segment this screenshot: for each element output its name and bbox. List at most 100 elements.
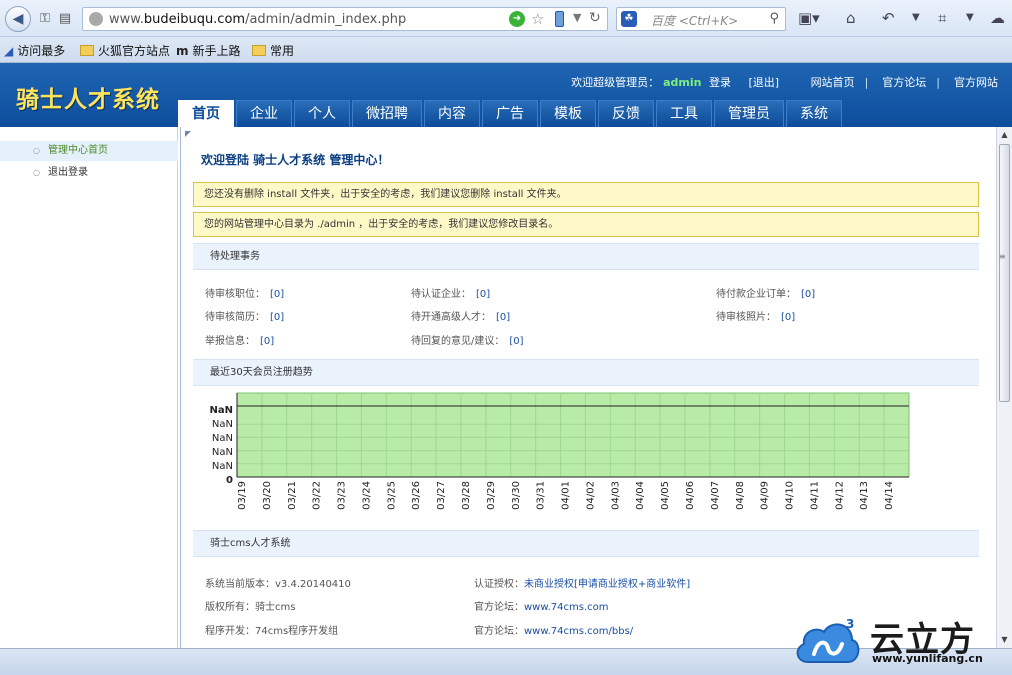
chart-x-tick-label: 04/01 — [561, 481, 572, 510]
sidebar: 管理中心首页 退出登录 — [0, 127, 178, 648]
chart-x-tick-label: 03/19 — [237, 481, 248, 510]
alert-install-folder: 您还没有删除 install 文件夹，出于安全的考虑，我们建议您删除 insta… — [193, 182, 979, 207]
home-icon[interactable]: ⌂ — [846, 9, 856, 27]
version-info: 系统当前版本：v3.4.20140410 — [205, 579, 351, 590]
chart-x-tick-label: 03/31 — [536, 481, 547, 510]
alert-admin-dir: 您的网站管理中心目录为 ./admin ，出于安全的考虑，我们建议您修改目录名。 — [193, 212, 979, 237]
browser-toolbar: ◀ ⚿ ▤ www.budeibuqu.com/admin/admin_inde… — [0, 0, 1012, 37]
tab-feedback[interactable]: 反馈 — [598, 100, 654, 127]
tab-ads[interactable]: 广告 — [482, 100, 538, 127]
logout-link[interactable]: [退出] — [748, 76, 779, 89]
stat-value[interactable]: [0] — [270, 312, 284, 323]
chart-y-tick-label: NaN — [212, 433, 233, 444]
search-bar[interactable]: ☘ 百度 <Ctrl+K> ⚲ — [616, 7, 786, 31]
login-link[interactable]: 登录 — [709, 76, 731, 89]
stat-value[interactable]: [0] — [260, 336, 274, 347]
main-nav-tabs: 首页 企业 个人 微招聘 内容 广告 模板 反馈 工具 管理员 系统 — [178, 100, 844, 127]
sidebar-item-dashboard[interactable]: 管理中心首页 — [0, 141, 178, 161]
cloud-logo-icon: 3 — [796, 617, 860, 663]
bbs-url-link[interactable]: www.74cms.com/bbs/ — [524, 626, 633, 637]
corner-marker — [185, 131, 191, 137]
tab-system[interactable]: 系统 — [786, 100, 842, 127]
bookmark-star-icon[interactable]: ☆ — [531, 10, 544, 28]
official-site-link[interactable]: 官方网站 — [954, 76, 998, 89]
chart-x-tick-label: 03/21 — [287, 481, 298, 510]
site-logo: 骑士人才系统 — [16, 86, 160, 113]
chevron-down-icon[interactable]: ▼ — [966, 12, 974, 23]
search-placeholder: 百度 <Ctrl+K> — [651, 14, 739, 28]
stat-value[interactable]: [0] — [801, 289, 815, 300]
sidebar-item-logout[interactable]: 退出登录 — [0, 163, 178, 183]
scroll-up-icon[interactable]: ▲ — [997, 127, 1012, 143]
stat-pending-jobs: 待审核职位： [0] — [205, 289, 285, 300]
chart-x-tick-label: 04/03 — [610, 481, 621, 510]
baidu-icon[interactable]: ☘ — [621, 11, 637, 27]
chevron-down-icon[interactable]: ▼ — [573, 11, 581, 24]
tab-tools[interactable]: 工具 — [656, 100, 712, 127]
search-icon[interactable]: ⚲ — [769, 11, 779, 26]
chart-x-tick-label: 04/05 — [660, 481, 671, 510]
watermark: 3 云立方 www.yunlifang.cn — [790, 606, 1000, 672]
forum-link[interactable]: 官方论坛 — [882, 76, 926, 89]
page-title: 欢迎登陆 骑士人才系统 管理中心！ — [201, 153, 390, 167]
tab-personal[interactable]: 个人 — [294, 100, 350, 127]
chat-icon[interactable]: ☁ — [990, 9, 1005, 27]
tab-content[interactable]: 内容 — [424, 100, 480, 127]
chart-x-tick-label: 04/08 — [735, 481, 746, 510]
main-content: 欢迎登陆 骑士人才系统 管理中心！ 您还没有删除 install 文件夹，出于安… — [180, 127, 996, 648]
tab-company[interactable]: 企业 — [236, 100, 292, 127]
stat-value[interactable]: [0] — [509, 336, 523, 347]
chart-x-tick-label: 03/22 — [312, 481, 323, 510]
chart-y-tick-label: NaN — [210, 405, 234, 416]
auth-link[interactable]: 未商业授权[申请商业授权+商业软件] — [524, 579, 690, 590]
chart-x-tick-label: 03/23 — [337, 481, 348, 510]
go-icon[interactable]: ➜ — [509, 11, 525, 27]
bookmarks-bar: ◢ 访问最多 火狐官方站点 m 新手上路 常用 — [0, 37, 1012, 63]
chart-x-tick-label: 03/25 — [386, 481, 397, 510]
stat-pending-premium: 待开通高级人才： [0] — [411, 312, 511, 323]
scroll-thumb[interactable] — [999, 144, 1010, 402]
tab-home[interactable]: 首页 — [178, 100, 234, 127]
tab-templates[interactable]: 模板 — [540, 100, 596, 127]
chart-x-tick-label: 03/27 — [436, 481, 447, 510]
bookmark-common[interactable]: 常用 — [252, 42, 294, 59]
phone-icon[interactable] — [555, 11, 564, 27]
bookmark-getting-started[interactable]: m 新手上路 — [176, 42, 241, 59]
section-pending-title: 待处理事务 — [193, 243, 979, 270]
folder-icon — [252, 45, 266, 56]
stat-pending-orders: 待付款企业订单： [0] — [716, 289, 816, 300]
forum-info: 官方论坛：www.74cms.com — [474, 602, 609, 613]
chevron-down-icon[interactable]: ▼ — [912, 12, 920, 23]
site-home-link[interactable]: 网站首页 — [811, 76, 855, 89]
stat-value[interactable]: [0] — [476, 289, 490, 300]
stat-value[interactable]: [0] — [496, 312, 510, 323]
bookmark-firefox-site[interactable]: 火狐官方站点 — [80, 42, 170, 59]
back-button[interactable]: ◀ — [5, 6, 31, 32]
url-text: www.budeibuqu.com/admin/admin_index.php — [109, 12, 407, 27]
stat-value[interactable]: [0] — [781, 312, 795, 323]
folder-icon — [80, 45, 94, 56]
chart-x-tick-label: 04/12 — [834, 481, 845, 510]
bookmark-most-visited[interactable]: ◢ 访问最多 — [4, 42, 65, 59]
welcome-prefix: 欢迎超级管理员： — [571, 76, 660, 89]
top-links: 欢迎超级管理员： admin 登录 [退出] 网站首页 | 官方论坛 | 官方网站 — [571, 76, 998, 89]
vertical-scrollbar[interactable]: ▲ ≡ ▼ — [996, 127, 1012, 648]
tab-admins[interactable]: 管理员 — [714, 100, 784, 127]
forum-url-link[interactable]: www.74cms.com — [524, 602, 609, 613]
stat-pending-resumes: 待审核简历： [0] — [205, 312, 285, 323]
developer-info: 程序开发：74cms程序开发组 — [205, 626, 339, 637]
chart-x-tick-label: 04/11 — [809, 481, 820, 510]
chart-x-tick-label: 04/10 — [785, 481, 796, 510]
undo-icon[interactable]: ↶ — [882, 9, 895, 27]
reload-icon[interactable]: ↻ — [589, 10, 601, 26]
chart-x-tick-label: 03/24 — [361, 481, 372, 510]
version-value: v3.4.20140410 — [275, 579, 351, 590]
tab-micro-recruit[interactable]: 微招聘 — [352, 100, 422, 127]
crop-icon[interactable]: ⌗ — [938, 9, 946, 27]
chart-x-tick-label: 04/09 — [760, 481, 771, 510]
stat-value[interactable]: [0] — [270, 289, 284, 300]
bookmarks-menu-icon[interactable]: ▣▾ — [798, 9, 820, 27]
chart-y-tick-label: NaN — [212, 447, 233, 458]
chart-x-tick-label: 04/02 — [585, 481, 596, 510]
address-bar[interactable]: www.budeibuqu.com/admin/admin_index.php … — [82, 7, 608, 31]
